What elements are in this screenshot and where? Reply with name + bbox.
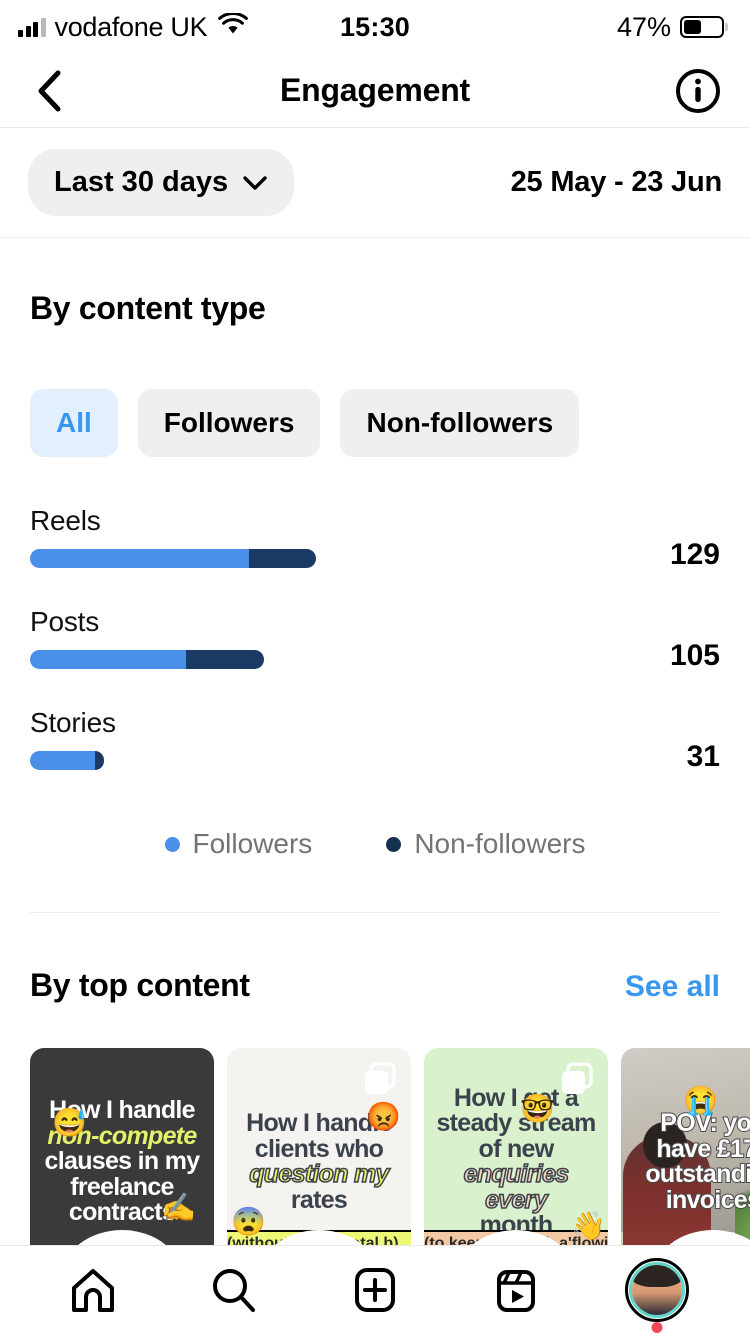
bar-row-stories: Stories 31 xyxy=(30,707,720,773)
bar-segment-followers xyxy=(30,751,95,770)
content-card[interactable]: How I get a steady stream of new enquiri… xyxy=(424,1048,608,1276)
signal-bars-icon xyxy=(18,17,46,37)
chip-all[interactable]: All xyxy=(30,389,118,457)
top-content-header: By top content See all xyxy=(0,913,750,1004)
bar-track-reels xyxy=(30,549,720,568)
card-line-highlight: enquiries every xyxy=(463,1160,570,1214)
crying-face-emoji: 😭 xyxy=(683,1085,718,1116)
card-line: invoices xyxy=(665,1185,750,1214)
avatar xyxy=(625,1258,690,1333)
avatar-image xyxy=(632,1265,683,1315)
bar-label-stories: Stories xyxy=(30,707,116,738)
tab-create[interactable] xyxy=(335,1250,415,1330)
info-circle-icon xyxy=(676,68,720,113)
date-range-selector-label: Last 30 days xyxy=(54,166,229,198)
status-bar: vodafone UK 15:30 47% xyxy=(0,0,750,54)
bar-segment-followers xyxy=(30,549,249,568)
bar-segment-followers xyxy=(30,650,186,669)
bar-value-stories: 31 xyxy=(686,740,720,773)
avatar-hair xyxy=(632,1265,683,1287)
wave-emoji: 👋 xyxy=(571,1210,606,1241)
nerd-face-emoji: 🤓 xyxy=(520,1093,555,1124)
card-line: of new xyxy=(478,1134,555,1163)
chip-non-followers[interactable]: Non-followers xyxy=(340,389,580,457)
writing-hand-emoji: ✍️ xyxy=(161,1192,196,1223)
card-line: clients who xyxy=(254,1134,384,1163)
bar-label-posts: Posts xyxy=(30,606,100,637)
engagement-bar-chart: Reels 129 Posts 105 Stories 31 xyxy=(30,505,720,773)
bar-row-posts: Posts 105 xyxy=(30,606,720,672)
chevron-down-icon xyxy=(243,175,267,190)
card-line: steady stream xyxy=(436,1109,596,1137)
tab-profile[interactable] xyxy=(617,1250,697,1333)
legend-item-non-followers: Non-followers xyxy=(386,828,585,860)
chevron-left-icon xyxy=(38,70,61,111)
app-header: Engagement xyxy=(0,54,750,128)
card-line: contracts xyxy=(68,1198,176,1227)
carrier-label: vodafone UK xyxy=(54,11,208,42)
plus-square-icon xyxy=(354,1268,395,1312)
content-type-title: By content type xyxy=(30,290,266,326)
search-icon xyxy=(212,1269,255,1312)
bar-segment-non-followers xyxy=(186,650,264,669)
sweat-smile-emoji: 😅 xyxy=(52,1107,87,1138)
wifi-icon xyxy=(218,11,249,41)
battery-icon xyxy=(680,16,724,38)
bar-track-stories xyxy=(30,751,720,770)
see-all-button[interactable]: See all xyxy=(625,970,720,1004)
date-range-text: 25 May - 23 Jun xyxy=(510,166,723,198)
home-icon xyxy=(71,1269,114,1312)
tab-search[interactable] xyxy=(194,1250,274,1330)
top-content-title: By top content xyxy=(30,967,250,1003)
top-content-carousel[interactable]: How I handle non-compete clauses in my f… xyxy=(0,1004,750,1276)
audience-filter-chips: All Followers Non-followers xyxy=(30,389,720,457)
bar-track-posts xyxy=(30,650,720,669)
date-range-selector[interactable]: Last 30 days xyxy=(28,149,295,216)
card-line: outstanding xyxy=(644,1160,750,1188)
info-button[interactable] xyxy=(674,67,722,115)
content-card[interactable]: How I handle clients who question my rat… xyxy=(227,1048,411,1276)
bar-value-reels: 129 xyxy=(669,538,720,571)
bar-label-reels: Reels xyxy=(30,505,101,536)
battery-percent-label: 47% xyxy=(616,11,671,42)
date-filter-row: Last 30 days 25 May - 23 Jun xyxy=(0,128,750,238)
bar-value-posts: 105 xyxy=(669,639,720,672)
legend-dot-non-followers xyxy=(386,836,402,852)
bottom-tab-bar xyxy=(0,1245,750,1334)
legend-item-followers: Followers xyxy=(164,828,313,860)
card-line: clauses in my xyxy=(44,1147,201,1176)
legend-label-non-followers: Non-followers xyxy=(414,828,586,859)
reels-icon xyxy=(497,1270,536,1312)
chip-followers[interactable]: Followers xyxy=(137,389,321,457)
legend-label-followers: Followers xyxy=(192,828,313,859)
content-card[interactable]: How I handle non-compete clauses in my f… xyxy=(30,1048,214,1276)
tab-reels[interactable] xyxy=(476,1250,556,1330)
carousel-icon xyxy=(365,1062,396,1094)
carousel-icon xyxy=(562,1062,593,1094)
back-button[interactable] xyxy=(28,69,72,113)
angry-face-emoji: 😡 xyxy=(366,1101,401,1132)
fearful-face-emoji: 😨 xyxy=(231,1206,266,1237)
content-type-section: By content type All Followers Non-follow… xyxy=(0,238,750,912)
legend-dot-followers xyxy=(164,836,180,852)
card-line: rates xyxy=(290,1185,348,1214)
card-line-highlight: question my xyxy=(248,1160,390,1188)
bar-segment-non-followers xyxy=(249,549,316,568)
chart-legend: Followers Non-followers xyxy=(30,828,720,912)
content-card[interactable]: POV: you have £17k outstanding invoices … xyxy=(621,1048,750,1276)
page-title: Engagement xyxy=(279,72,471,108)
card-line: freelance xyxy=(70,1172,174,1201)
status-bar-right: 47% xyxy=(617,12,724,43)
bar-segment-non-followers xyxy=(95,751,104,770)
bar-row-reels: Reels 129 xyxy=(30,505,720,571)
notification-dot xyxy=(651,1322,663,1333)
card-line: have £17k xyxy=(655,1134,750,1163)
status-bar-left: vodafone UK xyxy=(18,11,249,43)
tab-home[interactable] xyxy=(53,1250,133,1330)
